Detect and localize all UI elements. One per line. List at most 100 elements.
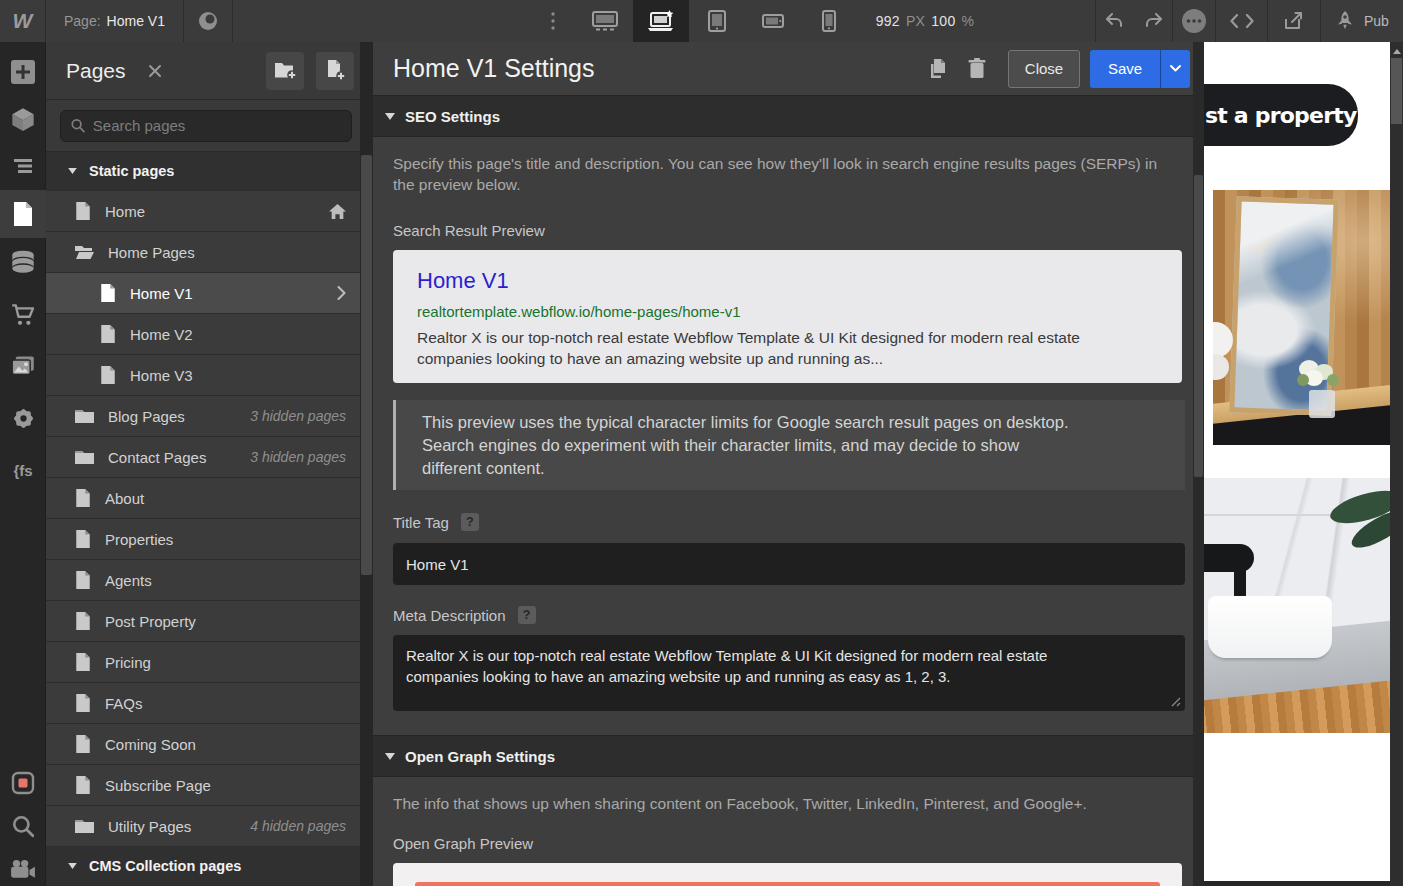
page-tree-row[interactable]: Blog Pages3 hidden pages [46, 396, 360, 437]
page-tree-row[interactable]: About [46, 478, 360, 519]
page-label: Home Pages [108, 244, 195, 261]
search-icon [11, 814, 35, 838]
page-icon [12, 202, 34, 226]
resize-handle[interactable] [1171, 697, 1181, 707]
page-tree-row[interactable]: Home V2 [46, 314, 360, 355]
search-result-preview-card: Home V1 realtortemplate.webflow.io/home-… [393, 250, 1182, 383]
redo-icon[interactable] [1144, 13, 1164, 29]
cms-button[interactable] [0, 238, 46, 286]
undo-icon[interactable] [1104, 13, 1124, 29]
breakpoint-phone-landscape[interactable] [745, 0, 801, 42]
breakpoint-desktop-large[interactable] [577, 0, 633, 42]
pages-scrollbar-thumb[interactable] [361, 155, 372, 575]
laptop-star-icon [646, 10, 676, 32]
search-pages-field[interactable] [60, 110, 352, 142]
more-options-button[interactable] [1172, 0, 1215, 42]
history-buttons [1095, 0, 1172, 42]
page-tree-row[interactable]: Home [46, 191, 360, 232]
title-tag-help-icon[interactable]: ? [461, 513, 479, 531]
canvas-dimensions: 992PX100% [857, 0, 993, 42]
video-tutorials-button[interactable] [0, 845, 46, 886]
add-folder-button[interactable] [266, 52, 304, 90]
canvas-scrollbar-thumb[interactable] [1391, 58, 1402, 124]
page-tree-row[interactable]: FAQs [46, 683, 360, 724]
page-tree-row[interactable]: Subscribe Page [46, 765, 360, 806]
breakpoint-tablet[interactable] [689, 0, 745, 42]
page-tree-row[interactable]: Utility Pages4 hidden pages [46, 806, 360, 847]
page-label: Subscribe Page [105, 777, 211, 794]
page-tree-row[interactable]: Coming Soon [46, 724, 360, 765]
meta-description-label: Meta Description [393, 607, 506, 624]
navigator-button[interactable] [0, 142, 46, 190]
search-pages-input[interactable] [93, 117, 341, 134]
page-tree-row[interactable]: Home Pages [46, 232, 360, 273]
save-options-button[interactable] [1160, 50, 1190, 88]
ecommerce-button[interactable] [0, 291, 46, 339]
folder-icon [75, 819, 94, 834]
pages-button[interactable] [0, 190, 46, 238]
save-button[interactable]: Save [1090, 50, 1190, 88]
page-tree-row[interactable]: Contact Pages3 hidden pages [46, 437, 360, 478]
webflow-logo[interactable]: W [0, 0, 46, 42]
breakpoint-phone-portrait[interactable] [801, 0, 857, 42]
page-tree-row[interactable]: Home V1 [46, 273, 360, 314]
open-graph-section-header[interactable]: Open Graph Settings [373, 735, 1193, 777]
seo-settings-section-header[interactable]: SEO Settings [373, 95, 1193, 137]
export-code-button[interactable] [1215, 0, 1267, 42]
close-settings-button[interactable]: Close [1008, 50, 1080, 88]
page-icon [75, 571, 91, 589]
share-button[interactable] [1267, 0, 1320, 42]
assets-button[interactable] [0, 342, 46, 390]
fs-icon: {fs [13, 462, 32, 479]
chevron-right-icon [337, 286, 346, 300]
pages-section-header[interactable]: Static pages [46, 152, 360, 191]
pages-scrollbar[interactable] [360, 42, 373, 886]
canvas-scrollbar[interactable] [1390, 42, 1403, 886]
vertical-dots-icon [551, 12, 555, 30]
open-graph-preview-image [415, 882, 1160, 886]
pages-tree: Static pagesHome Home Pages Home V1Home V2… [46, 152, 360, 886]
search-button[interactable] [0, 802, 46, 850]
add-elements-button[interactable] [0, 48, 46, 96]
breakpoint-menu-button[interactable] [529, 0, 577, 42]
settings-button[interactable] [0, 394, 46, 442]
toolbar-spacer [233, 0, 529, 42]
page-icon [75, 489, 91, 507]
breakpoint-width: 992 [876, 13, 900, 29]
duplicate-page-button[interactable] [928, 58, 948, 80]
page-tree-row[interactable]: Pricing [46, 642, 360, 683]
settings-scrollbar-thumb[interactable] [1194, 175, 1203, 477]
publish-button[interactable]: Pub [1320, 0, 1403, 42]
title-tag-input[interactable] [393, 543, 1185, 585]
page-label: Utility Pages [108, 818, 191, 835]
page-indicator[interactable]: Page: Home V1 [46, 0, 184, 42]
delete-page-button[interactable] [968, 58, 986, 79]
gear-icon [12, 407, 35, 430]
meta-description-textarea[interactable]: Realtor X is our top-notch real estate W… [393, 635, 1185, 711]
close-pages-panel-button[interactable] [148, 64, 162, 78]
title-tag-label: Title Tag [393, 514, 449, 531]
cube-icon [11, 107, 35, 131]
zoom-unit: % [961, 13, 974, 29]
scroll-up-arrow[interactable] [1393, 49, 1401, 54]
meta-description-help-icon[interactable]: ? [518, 606, 536, 624]
components-button[interactable] [0, 95, 46, 143]
preview-button[interactable] [184, 0, 233, 42]
pages-section-header[interactable]: CMS Collection pages [46, 847, 360, 886]
page-tree-row[interactable]: Properties [46, 519, 360, 560]
canvas-property-button[interactable]: st a property [1204, 84, 1358, 146]
breakpoint-desktop-base[interactable] [633, 0, 689, 42]
zoom-value[interactable]: 100 [931, 13, 955, 29]
settings-scrollbar[interactable] [1193, 42, 1204, 886]
add-page-button[interactable] [316, 52, 354, 90]
publish-label: Pub [1364, 13, 1389, 29]
record-button[interactable] [0, 759, 46, 807]
apps-button[interactable]: {fs [0, 446, 46, 494]
serp-description: Realtor X is our top-notch real estate W… [417, 327, 1157, 369]
page-tree-row[interactable]: Post Property [46, 601, 360, 642]
page-plus-icon [325, 60, 346, 81]
left-toolbar: {fs [0, 42, 46, 886]
page-tree-row[interactable]: Home V3 [46, 355, 360, 396]
save-button-label: Save [1090, 50, 1160, 88]
page-tree-row[interactable]: Agents [46, 560, 360, 601]
